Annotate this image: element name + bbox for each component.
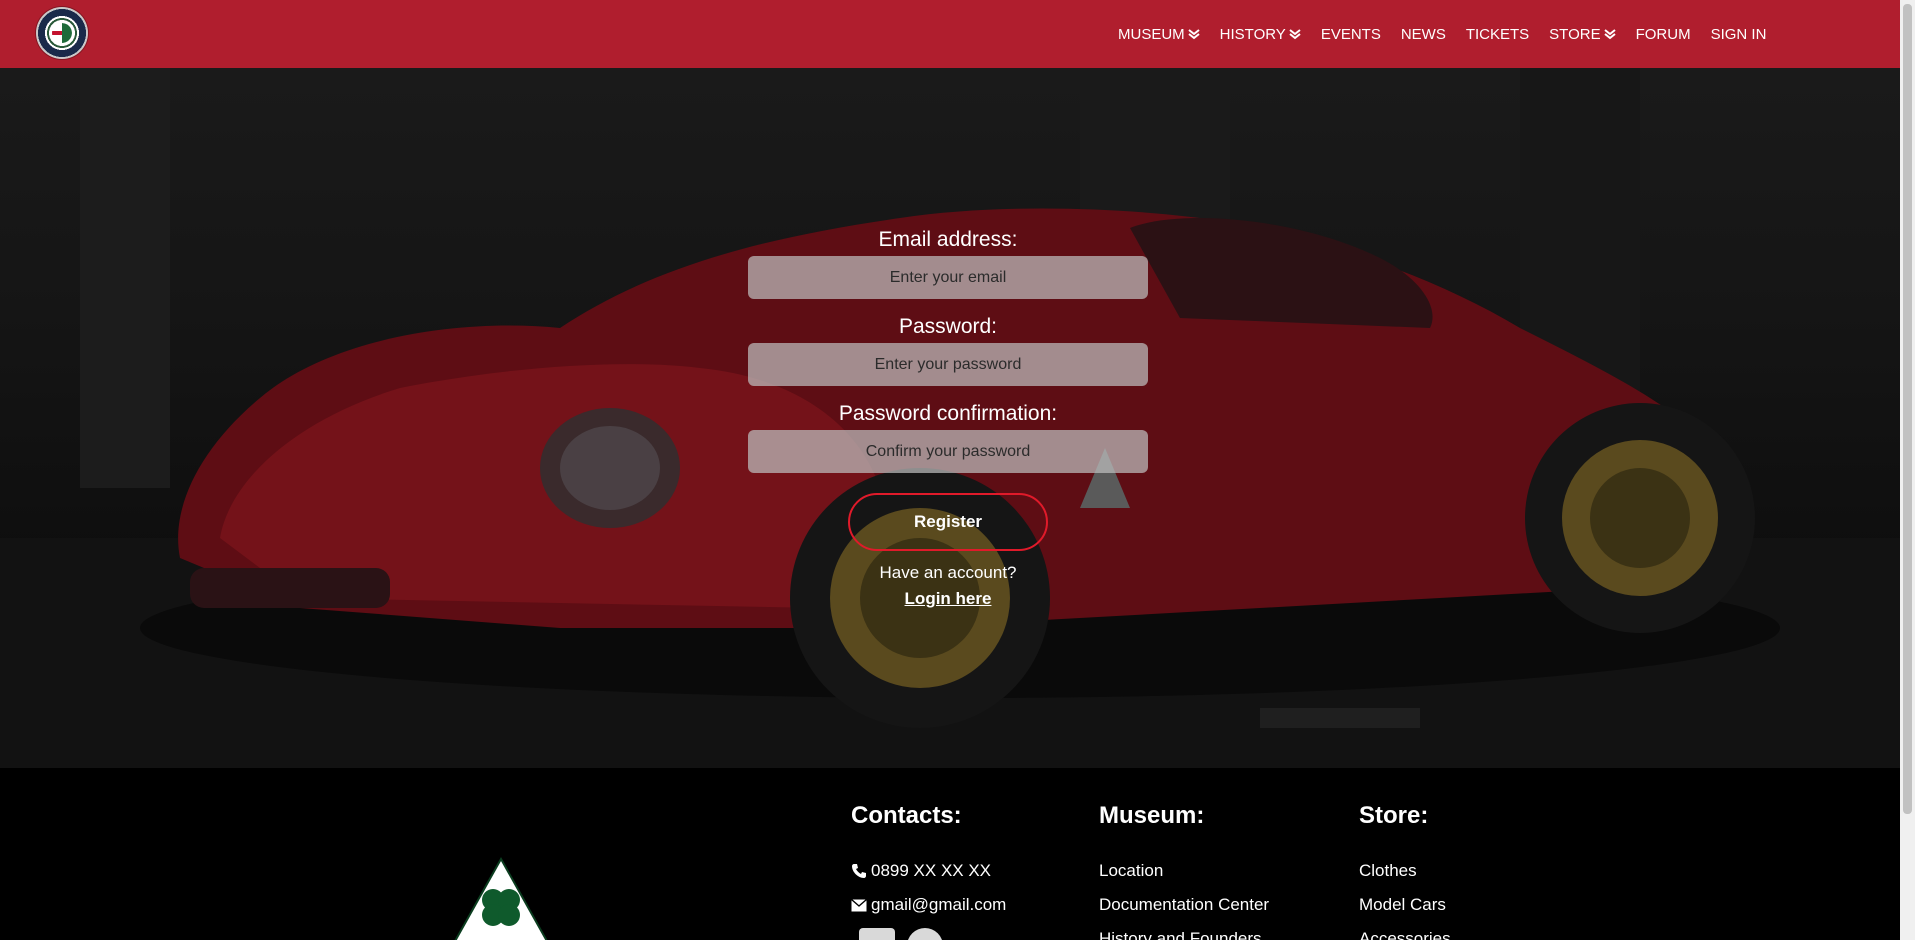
nav-item-label: MUSEUM [1118,25,1185,43]
footer-link-clothes[interactable]: Clothes [1359,854,1451,888]
nav-item-news[interactable]: NEWS [1401,26,1446,43]
nav-item-label: EVENTS [1320,25,1381,43]
quadrifoglio-logo-icon [454,856,548,940]
password-label: Password: [898,315,998,338]
phone-number: 0899 XX XX XX [871,861,992,880]
scrollbar-thumb[interactable] [1903,4,1912,814]
vertical-scrollbar[interactable] [1900,0,1915,940]
store-heading: Store: [1359,802,1429,829]
page: MUSEUM HISTORY EVENTS NEWS TICKETS STORE [0,0,1915,940]
register-button[interactable]: Register [848,493,1048,551]
nav-item-tickets[interactable]: TICKETS [1466,26,1529,43]
nav-item-label: TICKETS [1465,25,1530,43]
nav-item-label: HISTORY [1219,25,1286,43]
footer-link-history-founders[interactable]: History and Founders [1099,922,1269,940]
navbar: MUSEUM HISTORY EVENTS NEWS TICKETS STORE [0,0,1900,68]
register-form: Email address: Password: Password confir… [748,228,1148,609]
footer-link-location[interactable]: Location [1099,854,1269,888]
nav-item-sign-in[interactable]: SIGN IN [1711,26,1767,43]
double-chevron-down-icon [1603,29,1616,40]
social-links [859,928,1006,940]
email-address: gmail@gmail.com [871,895,1007,914]
footer-link-model-cars[interactable]: Model Cars [1359,888,1451,922]
password-confirmation-label: Password confirmation: [838,402,1058,425]
email-field[interactable] [748,256,1148,299]
footer-contacts-column: Contacts: 0899 XX XX XX gmail@gmail.com [851,802,1006,940]
nav-item-forum[interactable]: FORUM [1636,26,1691,43]
footer-link-accessories[interactable]: Accessories [1359,922,1451,940]
phone-icon [852,864,866,878]
alfa-romeo-logo-icon[interactable] [36,7,88,59]
have-account-text: Have an account? [879,563,1017,582]
password-confirmation-field[interactable] [748,430,1148,473]
nav-item-events[interactable]: EVENTS [1321,26,1381,43]
footer-museum-column: Museum: Location Documentation Center Hi… [1099,802,1269,940]
envelope-icon [851,898,867,911]
nav-item-store[interactable]: STORE [1549,25,1616,43]
email-contact[interactable]: gmail@gmail.com [851,888,1006,922]
nav-menu: MUSEUM HISTORY EVENTS NEWS TICKETS STORE [1118,0,1786,68]
double-chevron-down-icon [1289,29,1301,40]
nav-item-label: SIGN IN [1710,25,1767,43]
login-link[interactable]: Login here [905,589,992,609]
nav-item-label: FORUM [1635,25,1691,43]
nav-item-museum[interactable]: MUSEUM [1118,26,1200,43]
linkedin-icon[interactable] [859,928,895,940]
double-chevron-down-icon [1188,29,1200,40]
footer-link-documentation-center[interactable]: Documentation Center [1099,888,1269,922]
contacts-heading: Contacts: [851,802,962,829]
footer-store-column: Store: Clothes Model Cars Accessories [1359,802,1451,940]
chat-icon[interactable] [907,928,943,940]
nav-item-label: STORE [1549,25,1601,43]
phone-contact[interactable]: 0899 XX XX XX [851,854,1006,888]
nav-item-history[interactable]: HISTORY [1220,26,1301,43]
email-label: Email address: [878,228,1018,251]
museum-heading: Museum: [1099,802,1205,829]
hero-section: Email address: Password: Password confir… [0,68,1900,768]
nav-item-label: NEWS [1400,25,1446,43]
footer: Contacts: 0899 XX XX XX gmail@gmail.com … [0,768,1900,940]
password-field[interactable] [748,343,1148,386]
